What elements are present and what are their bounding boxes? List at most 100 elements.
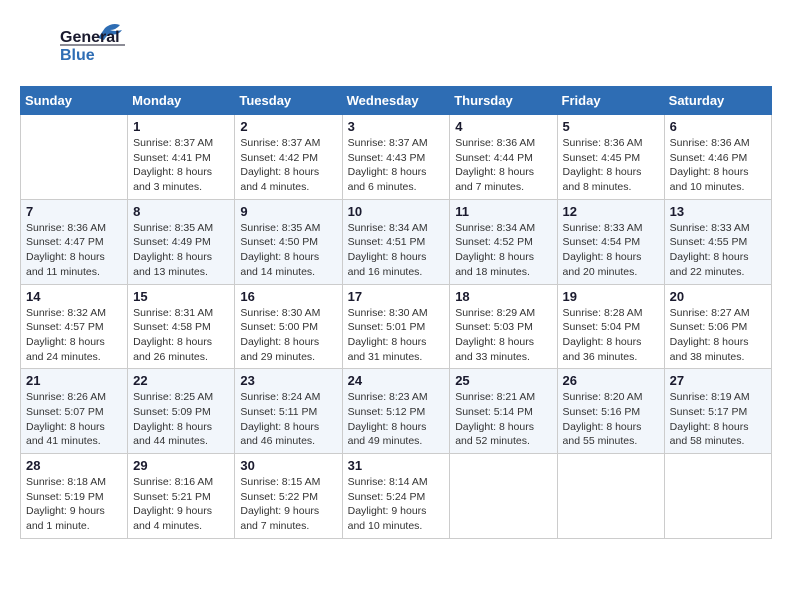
day-number: 2 bbox=[240, 119, 336, 134]
day-detail: Sunrise: 8:36 AMSunset: 4:45 PMDaylight:… bbox=[563, 136, 659, 195]
day-number: 28 bbox=[26, 458, 122, 473]
day-detail: Sunrise: 8:35 AMSunset: 4:50 PMDaylight:… bbox=[240, 221, 336, 280]
day-detail: Sunrise: 8:25 AMSunset: 5:09 PMDaylight:… bbox=[133, 390, 229, 449]
week-row-3: 14Sunrise: 8:32 AMSunset: 4:57 PMDayligh… bbox=[21, 284, 772, 369]
svg-text:General: General bbox=[60, 29, 120, 46]
day-detail: Sunrise: 8:15 AMSunset: 5:22 PMDaylight:… bbox=[240, 475, 336, 534]
calendar-cell: 26 Sunrise: 8:20 AMSunset: 5:16 PMDayligh… bbox=[557, 369, 664, 454]
page-header: General Blue bbox=[20, 20, 772, 70]
calendar-cell: 15 Sunrise: 8:31 AMSunset: 4:58 PMDayligh… bbox=[128, 284, 235, 369]
day-number: 25 bbox=[455, 373, 551, 388]
day-number: 6 bbox=[670, 119, 766, 134]
calendar-cell: 25 Sunrise: 8:21 AMSunset: 5:14 PMDayligh… bbox=[450, 369, 557, 454]
day-number: 29 bbox=[133, 458, 229, 473]
calendar-cell: 13 Sunrise: 8:33 AMSunset: 4:55 PMDayligh… bbox=[664, 199, 771, 284]
calendar-table: SundayMondayTuesdayWednesdayThursdayFrid… bbox=[20, 86, 772, 539]
calendar-cell bbox=[664, 454, 771, 539]
calendar-cell: 23 Sunrise: 8:24 AMSunset: 5:11 PMDayligh… bbox=[235, 369, 342, 454]
day-detail: Sunrise: 8:34 AMSunset: 4:52 PMDaylight:… bbox=[455, 221, 551, 280]
calendar-cell: 1 Sunrise: 8:37 AMSunset: 4:41 PMDaylight… bbox=[128, 115, 235, 200]
day-number: 20 bbox=[670, 289, 766, 304]
day-detail: Sunrise: 8:34 AMSunset: 4:51 PMDaylight:… bbox=[348, 221, 445, 280]
calendar-cell: 6 Sunrise: 8:36 AMSunset: 4:46 PMDaylight… bbox=[664, 115, 771, 200]
day-detail: Sunrise: 8:18 AMSunset: 5:19 PMDaylight:… bbox=[26, 475, 122, 534]
calendar-cell: 5Sunrise: 8:36 AMSunset: 4:45 PMDaylight… bbox=[557, 115, 664, 200]
day-detail: Sunrise: 8:14 AMSunset: 5:24 PMDaylight:… bbox=[348, 475, 445, 534]
calendar-cell: 10 Sunrise: 8:34 AMSunset: 4:51 PMDayligh… bbox=[342, 199, 450, 284]
day-detail: Sunrise: 8:21 AMSunset: 5:14 PMDaylight:… bbox=[455, 390, 551, 449]
calendar-body: 1 Sunrise: 8:37 AMSunset: 4:41 PMDaylight… bbox=[21, 115, 772, 539]
day-number: 21 bbox=[26, 373, 122, 388]
day-number: 4 bbox=[455, 119, 551, 134]
calendar-cell: 14Sunrise: 8:32 AMSunset: 4:57 PMDayligh… bbox=[21, 284, 128, 369]
day-number: 26 bbox=[563, 373, 659, 388]
week-row-4: 21Sunrise: 8:26 AMSunset: 5:07 PMDayligh… bbox=[21, 369, 772, 454]
calendar-cell: 2 Sunrise: 8:37 AMSunset: 4:42 PMDaylight… bbox=[235, 115, 342, 200]
calendar-cell: 9 Sunrise: 8:35 AMSunset: 4:50 PMDaylight… bbox=[235, 199, 342, 284]
calendar-cell: 4 Sunrise: 8:36 AMSunset: 4:44 PMDaylight… bbox=[450, 115, 557, 200]
day-number: 10 bbox=[348, 204, 445, 219]
week-row-1: 1 Sunrise: 8:37 AMSunset: 4:41 PMDaylight… bbox=[21, 115, 772, 200]
day-detail: Sunrise: 8:29 AMSunset: 5:03 PMDaylight:… bbox=[455, 306, 551, 365]
day-detail: Sunrise: 8:16 AMSunset: 5:21 PMDaylight:… bbox=[133, 475, 229, 534]
day-detail: Sunrise: 8:36 AMSunset: 4:44 PMDaylight:… bbox=[455, 136, 551, 195]
calendar-cell: 28 Sunrise: 8:18 AMSunset: 5:19 PMDayligh… bbox=[21, 454, 128, 539]
day-detail: Sunrise: 8:19 AMSunset: 5:17 PMDaylight:… bbox=[670, 390, 766, 449]
calendar-cell: 8Sunrise: 8:35 AMSunset: 4:49 PMDaylight… bbox=[128, 199, 235, 284]
day-detail: Sunrise: 8:36 AMSunset: 4:47 PMDaylight:… bbox=[26, 221, 122, 280]
day-number: 12 bbox=[563, 204, 659, 219]
day-number: 9 bbox=[240, 204, 336, 219]
calendar-cell: 12 Sunrise: 8:33 AMSunset: 4:54 PMDayligh… bbox=[557, 199, 664, 284]
day-detail: Sunrise: 8:36 AMSunset: 4:46 PMDaylight:… bbox=[670, 136, 766, 195]
day-number: 13 bbox=[670, 204, 766, 219]
day-detail: Sunrise: 8:33 AMSunset: 4:55 PMDaylight:… bbox=[670, 221, 766, 280]
calendar-cell: 24Sunrise: 8:23 AMSunset: 5:12 PMDayligh… bbox=[342, 369, 450, 454]
weekday-header-saturday: Saturday bbox=[664, 87, 771, 115]
calendar-cell: 19 Sunrise: 8:28 AMSunset: 5:04 PMDayligh… bbox=[557, 284, 664, 369]
day-number: 7 bbox=[26, 204, 122, 219]
day-number: 24 bbox=[348, 373, 445, 388]
weekday-header-sunday: Sunday bbox=[21, 87, 128, 115]
day-detail: Sunrise: 8:28 AMSunset: 5:04 PMDaylight:… bbox=[563, 306, 659, 365]
weekday-header-wednesday: Wednesday bbox=[342, 87, 450, 115]
calendar-cell: 18 Sunrise: 8:29 AMSunset: 5:03 PMDayligh… bbox=[450, 284, 557, 369]
day-detail: Sunrise: 8:33 AMSunset: 4:54 PMDaylight:… bbox=[563, 221, 659, 280]
day-number: 15 bbox=[133, 289, 229, 304]
day-detail: Sunrise: 8:30 AMSunset: 5:01 PMDaylight:… bbox=[348, 306, 445, 365]
logo: General Blue bbox=[20, 20, 130, 70]
calendar-cell: 31 Sunrise: 8:14 AMSunset: 5:24 PMDayligh… bbox=[342, 454, 450, 539]
calendar-cell: 27 Sunrise: 8:19 AMSunset: 5:17 PMDayligh… bbox=[664, 369, 771, 454]
day-detail: Sunrise: 8:24 AMSunset: 5:11 PMDaylight:… bbox=[240, 390, 336, 449]
day-detail: Sunrise: 8:20 AMSunset: 5:16 PMDaylight:… bbox=[563, 390, 659, 449]
calendar-cell: 20 Sunrise: 8:27 AMSunset: 5:06 PMDayligh… bbox=[664, 284, 771, 369]
svg-text:Blue: Blue bbox=[60, 47, 95, 64]
weekday-header-friday: Friday bbox=[557, 87, 664, 115]
day-number: 23 bbox=[240, 373, 336, 388]
weekday-header-thursday: Thursday bbox=[450, 87, 557, 115]
calendar-cell bbox=[21, 115, 128, 200]
calendar-cell: 21Sunrise: 8:26 AMSunset: 5:07 PMDayligh… bbox=[21, 369, 128, 454]
day-detail: Sunrise: 8:37 AMSunset: 4:41 PMDaylight:… bbox=[133, 136, 229, 195]
day-number: 19 bbox=[563, 289, 659, 304]
day-number: 17 bbox=[348, 289, 445, 304]
day-detail: Sunrise: 8:31 AMSunset: 4:58 PMDaylight:… bbox=[133, 306, 229, 365]
day-number: 1 bbox=[133, 119, 229, 134]
day-detail: Sunrise: 8:32 AMSunset: 4:57 PMDaylight:… bbox=[26, 306, 122, 365]
week-row-5: 28 Sunrise: 8:18 AMSunset: 5:19 PMDayligh… bbox=[21, 454, 772, 539]
calendar-cell bbox=[557, 454, 664, 539]
day-number: 18 bbox=[455, 289, 551, 304]
day-number: 30 bbox=[240, 458, 336, 473]
calendar-cell: 22Sunrise: 8:25 AMSunset: 5:09 PMDayligh… bbox=[128, 369, 235, 454]
day-number: 31 bbox=[348, 458, 445, 473]
calendar-cell: 30 Sunrise: 8:15 AMSunset: 5:22 PMDayligh… bbox=[235, 454, 342, 539]
logo-svg: General Blue bbox=[20, 20, 130, 70]
day-number: 27 bbox=[670, 373, 766, 388]
day-detail: Sunrise: 8:37 AMSunset: 4:42 PMDaylight:… bbox=[240, 136, 336, 195]
day-number: 3 bbox=[348, 119, 445, 134]
calendar-cell: 3Sunrise: 8:37 AMSunset: 4:43 PMDaylight… bbox=[342, 115, 450, 200]
calendar-cell: 17 Sunrise: 8:30 AMSunset: 5:01 PMDayligh… bbox=[342, 284, 450, 369]
weekday-header-monday: Monday bbox=[128, 87, 235, 115]
day-detail: Sunrise: 8:30 AMSunset: 5:00 PMDaylight:… bbox=[240, 306, 336, 365]
calendar-cell: 11Sunrise: 8:34 AMSunset: 4:52 PMDayligh… bbox=[450, 199, 557, 284]
day-detail: Sunrise: 8:27 AMSunset: 5:06 PMDaylight:… bbox=[670, 306, 766, 365]
